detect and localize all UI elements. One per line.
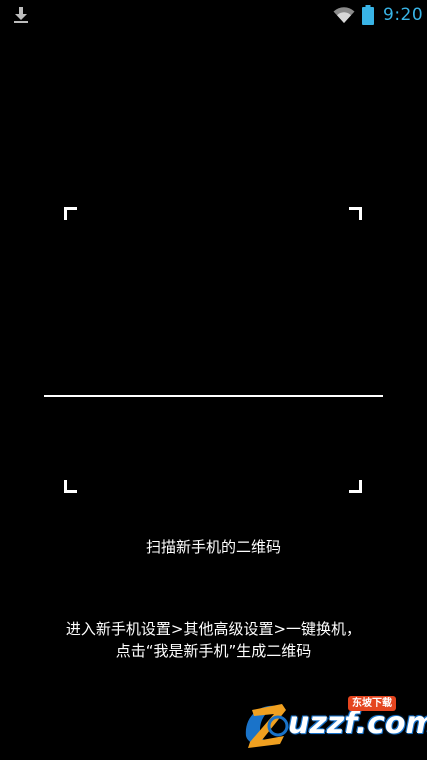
download-icon: [14, 7, 28, 23]
scan-line: [44, 395, 383, 397]
battery-icon: [362, 5, 374, 25]
instruction-line-1: 进入新手机设置>其他高级设置>一键换机，: [65, 620, 362, 638]
watermark-badge: 东坡下载: [348, 696, 396, 711]
viewfinder-corner-bottom-left: [64, 480, 77, 493]
viewfinder-corner-top-right: [349, 207, 362, 220]
scan-title: 扫描新手机的二维码: [145, 538, 281, 556]
instruction-line-2: 点击“我是新手机”生成二维码: [115, 642, 312, 660]
viewfinder-corner-bottom-right: [349, 480, 362, 493]
status-bar: 9:20: [0, 0, 427, 30]
wifi-icon: [333, 7, 355, 23]
site-watermark: uzzf.com 东坡下载: [238, 692, 427, 754]
watermark-logo-icon: [245, 704, 289, 748]
status-time: 9:20: [383, 5, 424, 25]
watermark-text: uzzf.com: [288, 706, 427, 741]
scan-instruction: 进入新手机设置>其他高级设置>一键换机， 点击“我是新手机”生成二维码: [0, 618, 427, 662]
viewfinder-corner-top-left: [64, 207, 77, 220]
scan-viewfinder: [60, 203, 366, 497]
